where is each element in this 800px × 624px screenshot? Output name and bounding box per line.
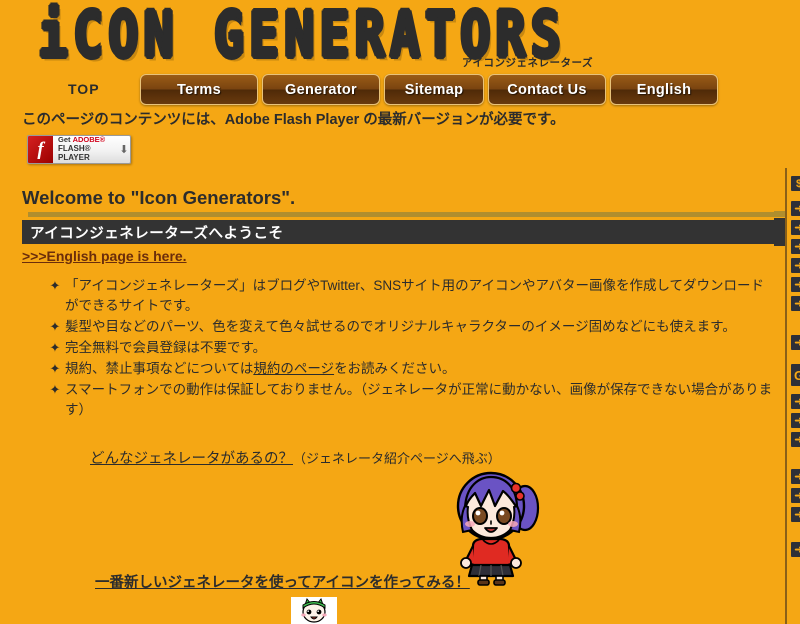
generator-intro-link[interactable]: どんなジェネレータがあるの？ [90,451,293,467]
circle-g-icon[interactable]: G [791,364,800,386]
list-item-text-prefix: 完全無料で会員登録は不要です。 [65,340,267,355]
flash-badge-line2: FLASH® PLAYER [58,143,91,162]
bullet-marker-icon: ✦ [49,278,61,293]
flash-get-word: Get [58,135,73,145]
bullet-marker-icon: ✦ [49,319,61,334]
nav-button-label: Contact Us [507,81,587,98]
bullet-marker-icon: ✦ [49,382,61,397]
arrow-right-icon[interactable]: ➜ [791,432,800,447]
chibi-girl-illustration[interactable] [437,466,547,586]
arrow-right-icon[interactable]: ➜ [791,201,800,216]
chibi-girl-svg [456,471,540,586]
site-logo-subtitle-kana: アイコンジェネレーターズ [462,57,593,69]
list-item-text-suffix: をお読みください。 [334,361,456,376]
generator-intro-line: どんなジェネレータがあるの？（ジェネレータ紹介ページへ飛ぶ） [90,447,501,468]
right-rail-icon-strip: $ ➜ ➜ ➜ ➜ ➜ ➜ ➜ G ➜ ➜ ➜ ➜ ➜ ➜ ➜ [791,176,800,561]
page-root: iCON GENERATORS アイコンジェネレーターズ TOP Terms Ge… [0,0,800,624]
english-page-link[interactable]: >>>English page is here. [22,248,187,264]
list-item-text: 規約、禁止事項などについては規約のページをお読みください。 [65,359,775,379]
list-item: ✦ スマートフォンでの動作は保証しておりません。（ジェネレータが正常に動かない、画… [45,380,775,420]
arrow-right-icon[interactable]: ➜ [791,488,800,503]
rail-spacer [791,354,800,364]
flash-adobe-word: ADOBE® [72,135,106,145]
dollar-icon[interactable]: $ [791,176,800,191]
arrow-right-icon[interactable]: ➜ [791,542,800,557]
list-item: ✦ 「アイコンジェネレーターズ」はブログやTwitter、SNSサイト用のアイコン… [45,276,775,316]
list-item-text-prefix: 「アイコンジェネレーターズ」はブログやTwitter、SNSサイト用のアイコンや… [65,278,765,313]
rail-spacer [791,451,800,469]
nav-button-label: Generator [285,81,357,98]
download-arrow-icon: ⬇ [119,144,129,156]
site-header: iCON GENERATORS アイコンジェネレーターズ [0,0,800,73]
section-heading-bar: アイコンジェネレーターズへようこそ [22,220,778,244]
nav-button-label: Sitemap [404,81,464,98]
generator-intro-note: （ジェネレータ紹介ページへ飛ぶ） [293,451,501,466]
terms-page-link[interactable]: 規約のページ [253,361,334,376]
bullet-marker-icon: ✦ [49,340,61,355]
cat-avatar-thumbnail[interactable] [291,597,337,624]
list-item: ✦ 髪型や目などのパーツ、色を変えて色々試せるのでオリジナルキャラクターのイメージ… [45,317,775,337]
newest-generator-link[interactable]: 一番新しいジェネレータを使ってアイコンを作ってみる！ [95,571,470,592]
list-item-text-prefix: 髪型や目などのパーツ、色を変えて色々試せるのでオリジナルキャラクターのイメージ固… [65,319,736,334]
bullet-marker-icon: ✦ [49,361,61,376]
nav-button-contact-us[interactable]: Contact Us [488,74,606,105]
nav-button-generator[interactable]: Generator [262,74,380,105]
nav-button-label: English [636,81,692,98]
arrow-right-icon[interactable]: ➜ [791,335,800,350]
nav-label-top: TOP [68,81,100,97]
arrow-right-icon[interactable]: ➜ [791,507,800,522]
arrow-right-icon[interactable]: ➜ [791,220,800,235]
arrow-right-icon[interactable]: ➜ [791,413,800,428]
arrow-right-icon[interactable]: ➜ [791,239,800,254]
list-item-text: スマートフォンでの動作は保証しておりません。（ジェネレータが正常に動かない、画像… [65,380,775,420]
list-item-text-prefix: スマートフォンでの動作は保証しておりません。（ジェネレータが正常に動かない、画像… [65,382,773,417]
intro-bullet-list: ✦ 「アイコンジェネレーターズ」はブログやTwitter、SNSサイト用のアイコン… [45,276,775,421]
list-item-text-prefix: 規約、禁止事項などについては [65,361,254,376]
adobe-flash-logo-icon: f [28,136,53,163]
list-item-text: 髪型や目などのパーツ、色を変えて色々試せるのでオリジナルキャラクターのイメージ固… [65,317,775,337]
rail-spacer [791,526,800,542]
cat-avatar-svg [291,597,337,624]
nav-button-terms[interactable]: Terms [140,74,258,105]
arrow-right-icon[interactable]: ➜ [791,258,800,273]
right-rail-divider [785,168,787,624]
page-title: Welcome to "Icon Generators". [22,187,296,208]
flash-required-notice: このページのコンテンツには、Adobe Flash Player の最新バージョ… [22,112,565,128]
nav-button-label: Terms [177,81,221,98]
arrow-right-icon[interactable]: ➜ [791,277,800,292]
title-divider [28,212,778,217]
rail-spacer [791,315,800,335]
nav-button-english[interactable]: English [610,74,718,105]
list-item-text: 「アイコンジェネレーターズ」はブログやTwitter、SNSサイト用のアイコンや… [65,276,775,316]
list-item-text: 完全無料で会員登録は不要です。 [65,338,775,358]
arrow-right-icon[interactable]: ➜ [791,469,800,484]
get-flash-player-button[interactable]: f Get ADOBE® FLASH® PLAYER ⬇ [27,135,131,164]
list-item: ✦ 完全無料で会員登録は不要です。 [45,338,775,358]
nav-button-sitemap[interactable]: Sitemap [384,74,484,105]
list-item: ✦ 規約、禁止事項などについては規約のページをお読みください。 [45,359,775,379]
flash-badge-text: Get ADOBE® FLASH® PLAYER [53,136,118,162]
arrow-right-icon[interactable]: ➜ [791,394,800,409]
arrow-right-icon[interactable]: ➜ [791,296,800,311]
main-navigation: TOP Terms Generator Sitemap Contact Us Engli… [0,74,800,106]
